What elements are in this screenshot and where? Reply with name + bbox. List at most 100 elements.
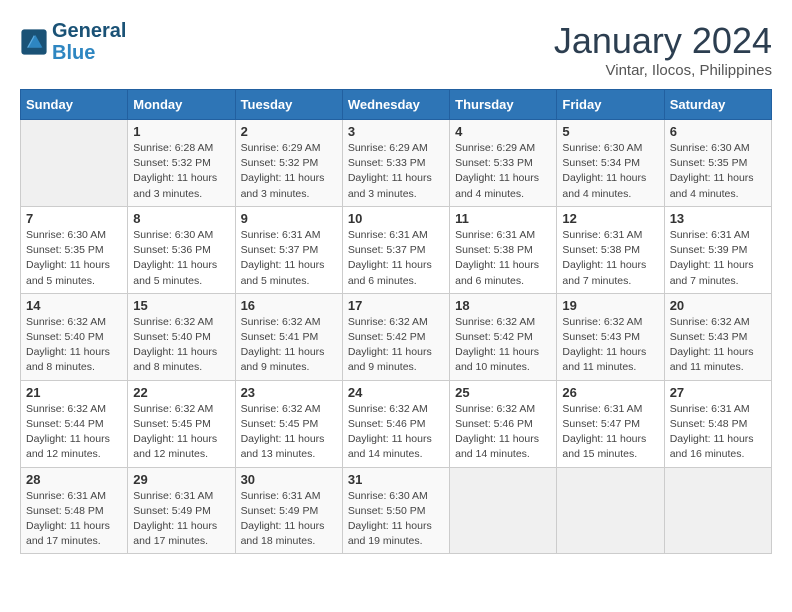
calendar-cell: 12Sunrise: 6:31 AMSunset: 5:38 PMDayligh…: [557, 206, 664, 293]
calendar-cell: 21 Sunrise: 6:32 AMSunset: 5:44 PMDayligh…: [21, 380, 128, 467]
calendar-cell: [557, 467, 664, 554]
day-info: Sunrise: 6:31 AMSunset: 5:37 PMDaylight:…: [241, 228, 337, 289]
day-info: Sunrise: 6:29 AMSunset: 5:33 PMDaylight:…: [455, 141, 551, 202]
day-info: Sunrise: 6:32 AMSunset: 5:40 PMDaylight:…: [26, 315, 122, 376]
day-info: Sunrise: 6:31 AMSunset: 5:38 PMDaylight:…: [562, 228, 658, 289]
calendar-cell: 4 Sunrise: 6:29 AMSunset: 5:33 PMDaylight…: [450, 120, 557, 207]
calendar-header-row: Sunday Monday Tuesday Wednesday Thursday…: [21, 90, 772, 120]
calendar-cell: 10 Sunrise: 6:31 AMSunset: 5:37 PMDayligh…: [342, 206, 449, 293]
calendar-cell: 22 Sunrise: 6:32 AMSunset: 5:45 PMDayligh…: [128, 380, 235, 467]
logo-text-line1: General: [52, 20, 126, 42]
calendar-cell: 5Sunrise: 6:30 AMSunset: 5:34 PMDaylight…: [557, 120, 664, 207]
calendar-cell: 25 Sunrise: 6:32 AMSunset: 5:46 PMDayligh…: [450, 380, 557, 467]
calendar-cell: 26 Sunrise: 6:31 AMSunset: 5:47 PMDayligh…: [557, 380, 664, 467]
day-info: Sunrise: 6:32 AMSunset: 5:45 PMDaylight:…: [241, 402, 337, 463]
header-friday: Friday: [557, 90, 664, 120]
day-number: 19: [562, 298, 658, 313]
day-info: Sunrise: 6:32 AMSunset: 5:42 PMDaylight:…: [348, 315, 444, 376]
day-number: 27: [670, 385, 766, 400]
calendar-cell: 24 Sunrise: 6:32 AMSunset: 5:46 PMDayligh…: [342, 380, 449, 467]
header-tuesday: Tuesday: [235, 90, 342, 120]
day-info: Sunrise: 6:31 AMSunset: 5:38 PMDaylight:…: [455, 228, 551, 289]
day-info: Sunrise: 6:32 AMSunset: 5:46 PMDaylight:…: [348, 402, 444, 463]
calendar-cell: 17 Sunrise: 6:32 AMSunset: 5:42 PMDayligh…: [342, 293, 449, 380]
day-info: Sunrise: 6:31 AMSunset: 5:37 PMDaylight:…: [348, 228, 444, 289]
day-info: Sunrise: 6:32 AMSunset: 5:43 PMDaylight:…: [670, 315, 766, 376]
day-number: 30: [241, 472, 337, 487]
calendar-cell: 13 Sunrise: 6:31 AMSunset: 5:39 PMDayligh…: [664, 206, 771, 293]
day-info: Sunrise: 6:31 AMSunset: 5:49 PMDaylight:…: [241, 489, 337, 550]
day-info: Sunrise: 6:28 AMSunset: 5:32 PMDaylight:…: [133, 141, 229, 202]
day-info: Sunrise: 6:30 AMSunset: 5:50 PMDaylight:…: [348, 489, 444, 550]
month-title: January 2024: [554, 20, 772, 62]
day-number: 22: [133, 385, 229, 400]
calendar-week-row: 14 Sunrise: 6:32 AMSunset: 5:40 PMDayligh…: [21, 293, 772, 380]
day-info: Sunrise: 6:32 AMSunset: 5:46 PMDaylight:…: [455, 402, 551, 463]
day-number: 11: [455, 211, 551, 226]
day-number: 13: [670, 211, 766, 226]
header-wednesday: Wednesday: [342, 90, 449, 120]
calendar-cell: 11 Sunrise: 6:31 AMSunset: 5:38 PMDayligh…: [450, 206, 557, 293]
day-number: 17: [348, 298, 444, 313]
day-number: 23: [241, 385, 337, 400]
calendar-cell: 16 Sunrise: 6:32 AMSunset: 5:41 PMDayligh…: [235, 293, 342, 380]
calendar-cell: 3 Sunrise: 6:29 AMSunset: 5:33 PMDaylight…: [342, 120, 449, 207]
day-info: Sunrise: 6:32 AMSunset: 5:44 PMDaylight:…: [26, 402, 122, 463]
day-number: 1: [133, 124, 229, 139]
day-number: 15: [133, 298, 229, 313]
day-number: 25: [455, 385, 551, 400]
logo-icon: [20, 28, 48, 56]
calendar-cell: 18 Sunrise: 6:32 AMSunset: 5:42 PMDayligh…: [450, 293, 557, 380]
day-info: Sunrise: 6:31 AMSunset: 5:47 PMDaylight:…: [562, 402, 658, 463]
day-number: 24: [348, 385, 444, 400]
day-number: 14: [26, 298, 122, 313]
day-number: 26: [562, 385, 658, 400]
day-number: 8: [133, 211, 229, 226]
header-monday: Monday: [128, 90, 235, 120]
day-info: Sunrise: 6:32 AMSunset: 5:41 PMDaylight:…: [241, 315, 337, 376]
day-info: Sunrise: 6:31 AMSunset: 5:49 PMDaylight:…: [133, 489, 229, 550]
day-number: 16: [241, 298, 337, 313]
logo-text-line2: Blue: [52, 42, 126, 64]
calendar-week-row: 21 Sunrise: 6:32 AMSunset: 5:44 PMDayligh…: [21, 380, 772, 467]
day-number: 18: [455, 298, 551, 313]
calendar-cell: 20Sunrise: 6:32 AMSunset: 5:43 PMDayligh…: [664, 293, 771, 380]
day-number: 10: [348, 211, 444, 226]
logo: General Blue: [20, 20, 126, 64]
calendar-cell: 7 Sunrise: 6:30 AMSunset: 5:35 PMDaylight…: [21, 206, 128, 293]
day-number: 3: [348, 124, 444, 139]
calendar-cell: 29 Sunrise: 6:31 AMSunset: 5:49 PMDayligh…: [128, 467, 235, 554]
day-info: Sunrise: 6:31 AMSunset: 5:48 PMDaylight:…: [670, 402, 766, 463]
day-info: Sunrise: 6:31 AMSunset: 5:48 PMDaylight:…: [26, 489, 122, 550]
calendar-cell: 9Sunrise: 6:31 AMSunset: 5:37 PMDaylight…: [235, 206, 342, 293]
day-info: Sunrise: 6:32 AMSunset: 5:45 PMDaylight:…: [133, 402, 229, 463]
calendar-cell: 15 Sunrise: 6:32 AMSunset: 5:40 PMDayligh…: [128, 293, 235, 380]
calendar-cell: [21, 120, 128, 207]
title-section: January 2024 Vintar, Ilocos, Philippines: [554, 20, 772, 79]
day-number: 5: [562, 124, 658, 139]
day-info: Sunrise: 6:32 AMSunset: 5:42 PMDaylight:…: [455, 315, 551, 376]
day-info: Sunrise: 6:30 AMSunset: 5:35 PMDaylight:…: [26, 228, 122, 289]
day-number: 21: [26, 385, 122, 400]
day-info: Sunrise: 6:30 AMSunset: 5:35 PMDaylight:…: [670, 141, 766, 202]
day-info: Sunrise: 6:32 AMSunset: 5:40 PMDaylight:…: [133, 315, 229, 376]
day-info: Sunrise: 6:31 AMSunset: 5:39 PMDaylight:…: [670, 228, 766, 289]
header-thursday: Thursday: [450, 90, 557, 120]
location-subtitle: Vintar, Ilocos, Philippines: [554, 62, 772, 79]
day-number: 29: [133, 472, 229, 487]
day-info: Sunrise: 6:32 AMSunset: 5:43 PMDaylight:…: [562, 315, 658, 376]
calendar-cell: [664, 467, 771, 554]
day-info: Sunrise: 6:29 AMSunset: 5:33 PMDaylight:…: [348, 141, 444, 202]
day-number: 31: [348, 472, 444, 487]
day-info: Sunrise: 6:29 AMSunset: 5:32 PMDaylight:…: [241, 141, 337, 202]
day-number: 6: [670, 124, 766, 139]
day-info: Sunrise: 6:30 AMSunset: 5:36 PMDaylight:…: [133, 228, 229, 289]
calendar-cell: 14 Sunrise: 6:32 AMSunset: 5:40 PMDayligh…: [21, 293, 128, 380]
header-sunday: Sunday: [21, 90, 128, 120]
day-number: 2: [241, 124, 337, 139]
calendar-table: Sunday Monday Tuesday Wednesday Thursday…: [20, 89, 772, 554]
calendar-cell: 28Sunrise: 6:31 AMSunset: 5:48 PMDayligh…: [21, 467, 128, 554]
calendar-cell: 31 Sunrise: 6:30 AMSunset: 5:50 PMDayligh…: [342, 467, 449, 554]
day-number: 4: [455, 124, 551, 139]
day-number: 7: [26, 211, 122, 226]
